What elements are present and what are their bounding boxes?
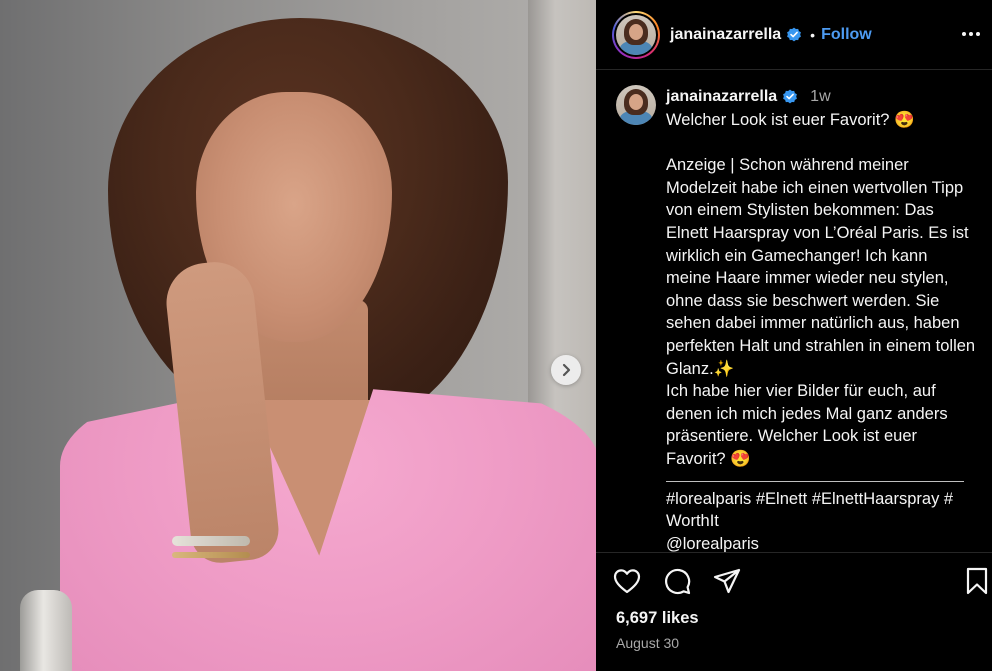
- like-button[interactable]: [612, 566, 642, 596]
- post-actions: 6,697 likes August 30: [596, 552, 992, 671]
- header-avatar-story-ring[interactable]: [612, 10, 660, 59]
- more-options-icon: [962, 32, 980, 36]
- caption-section[interactable]: janainazarrella 1w Welcher Look ist euer…: [596, 71, 992, 552]
- header-username[interactable]: janainazarrella: [670, 26, 781, 44]
- post-date[interactable]: August 30: [616, 635, 679, 651]
- post-time[interactable]: 1w: [810, 88, 830, 106]
- verified-badge-icon: [786, 27, 802, 43]
- next-image-button[interactable]: [551, 355, 581, 385]
- save-button[interactable]: [962, 566, 992, 596]
- caption-divider: [666, 480, 964, 482]
- heart-icon: [613, 569, 641, 594]
- comment-icon: [665, 568, 691, 595]
- photo-bracelet-gold: [172, 552, 250, 558]
- header-user: janainazarrella • Follow: [670, 26, 872, 44]
- post-photo[interactable]: [0, 0, 596, 671]
- comment-button[interactable]: [662, 566, 692, 596]
- avatar: [616, 14, 656, 55]
- caption-hashtags[interactable]: #lorealparis #Elnett #ElnettHaarspray # …: [666, 488, 976, 553]
- photo-hairspray-bottle: [20, 590, 72, 671]
- caption-text: Welcher Look ist euer Favorit? 😍 Anzeige…: [666, 111, 976, 468]
- post-side-panel: janainazarrella • Follow janainazarrella…: [596, 0, 992, 671]
- post-modal: janainazarrella • Follow janainazarrella…: [0, 0, 992, 671]
- more-options-button[interactable]: [958, 22, 984, 46]
- follow-button[interactable]: Follow: [821, 26, 872, 44]
- share-icon: [713, 568, 741, 594]
- likes-count[interactable]: 6,697 likes: [616, 609, 699, 628]
- chevron-right-icon: [562, 363, 571, 377]
- bookmark-icon: [966, 567, 988, 595]
- share-button[interactable]: [712, 566, 742, 596]
- photo-bracelet: [172, 536, 250, 546]
- caption-body: janainazarrella 1w Welcher Look ist euer…: [666, 85, 976, 552]
- caption-username[interactable]: janainazarrella: [666, 88, 777, 106]
- verified-badge-icon: [782, 89, 798, 105]
- caption-avatar[interactable]: [616, 85, 656, 125]
- header-separator: •: [810, 26, 816, 43]
- post-header: janainazarrella • Follow: [596, 0, 992, 70]
